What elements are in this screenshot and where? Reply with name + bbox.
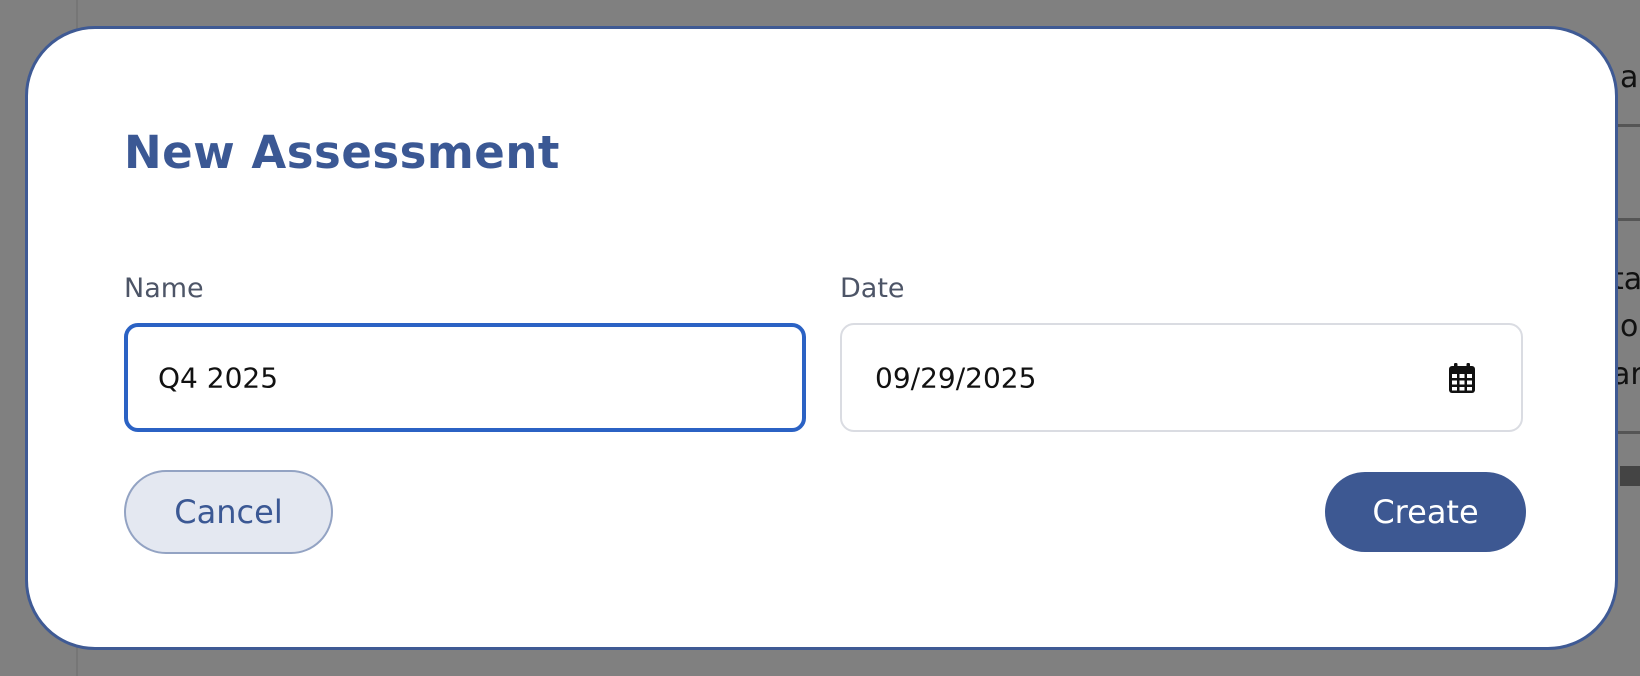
calendar-icon[interactable]	[1449, 362, 1475, 393]
background-text-fragment: o	[1620, 309, 1639, 344]
new-assessment-dialog: New Assessment Name Q4 2025 Date 09/29/2…	[25, 26, 1618, 650]
name-input-value: Q4 2025	[158, 361, 279, 394]
date-field-label: Date	[840, 273, 905, 304]
date-input[interactable]: 09/29/2025	[840, 323, 1523, 432]
create-button[interactable]: Create	[1325, 472, 1526, 552]
cancel-button[interactable]: Cancel	[124, 470, 333, 554]
name-input[interactable]: Q4 2025	[124, 323, 806, 432]
background-block	[1620, 466, 1640, 486]
name-field-label: Name	[124, 273, 204, 304]
dialog-title: New Assessment	[124, 126, 560, 179]
date-input-value: 09/29/2025	[875, 361, 1037, 394]
background-text-fragment: a	[1620, 60, 1639, 95]
